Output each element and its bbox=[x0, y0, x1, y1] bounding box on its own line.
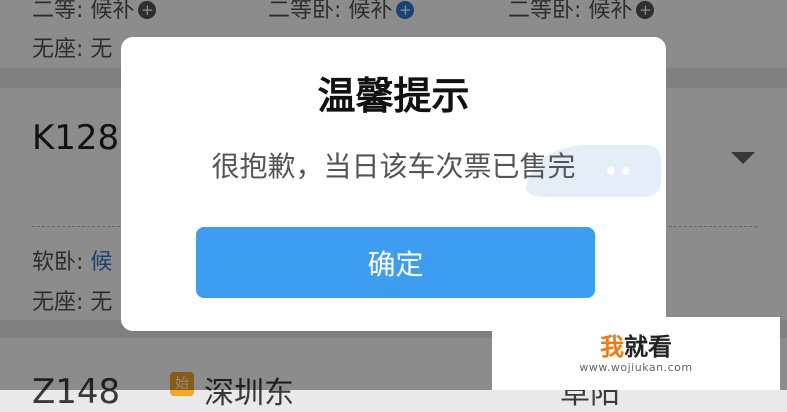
dialog-title: 温馨提示 bbox=[317, 74, 470, 118]
watermark-url: www.wojiukan.com bbox=[579, 360, 693, 374]
watermark-logo: 我就看 www.wojiukan.com bbox=[492, 317, 780, 390]
dialog-message: 很抱歉，当日该车次票已售完 bbox=[211, 150, 576, 183]
confirm-button[interactable]: 确定 bbox=[196, 227, 595, 298]
alert-dialog: 温馨提示 很抱歉，当日该车次票已售完 确定 bbox=[121, 37, 666, 331]
watermark-brand: 我就看 bbox=[599, 332, 672, 361]
